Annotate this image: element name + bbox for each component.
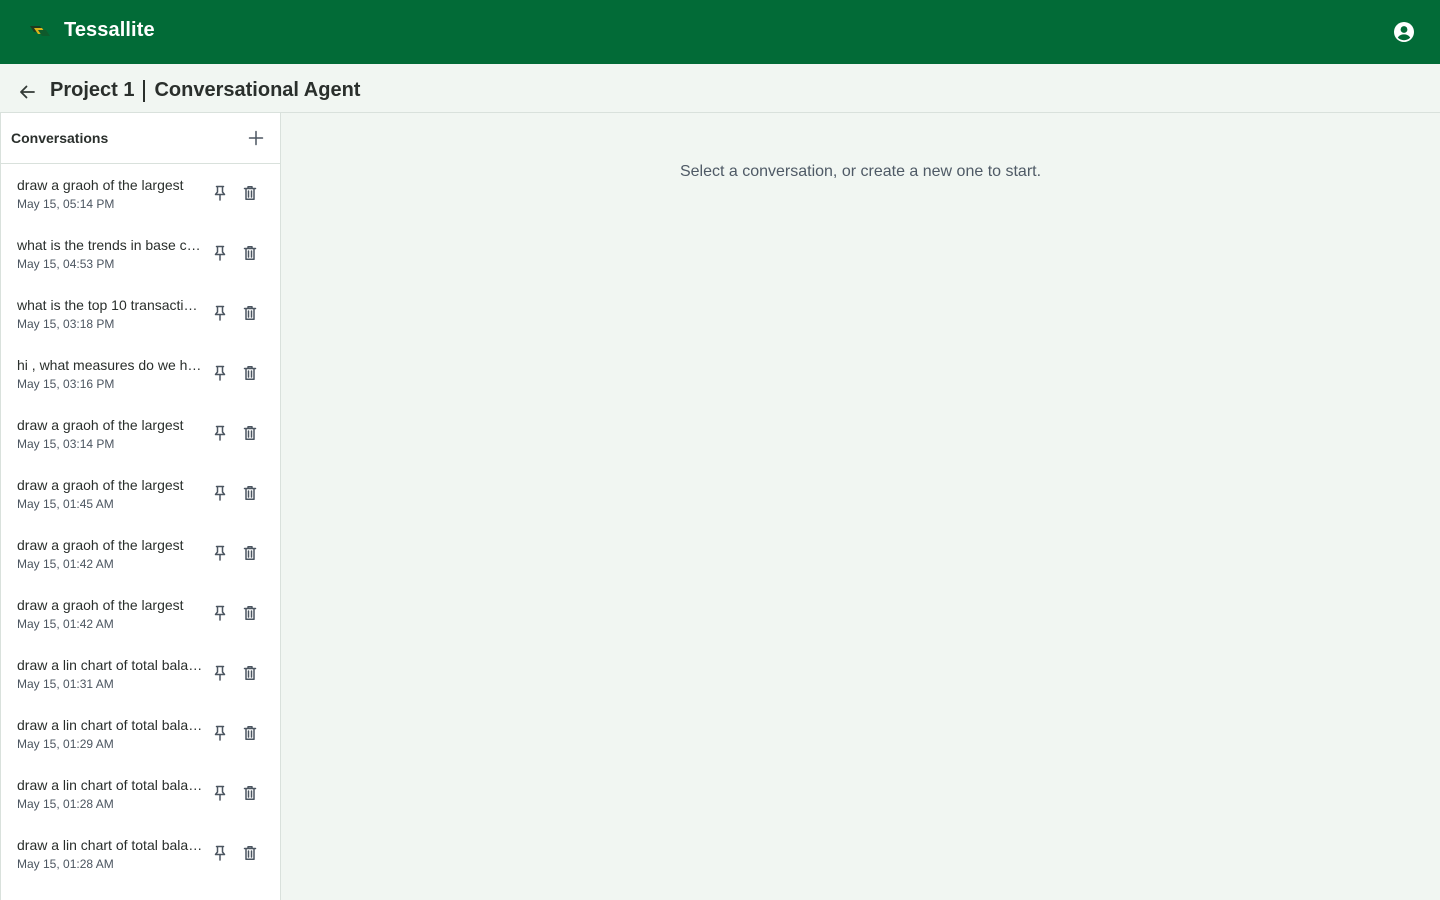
conversation-item[interactable]: what is the top 10 transactions May 15, 0…: [1, 284, 280, 344]
conversation-date: May 15, 04:53 PM: [17, 257, 115, 271]
trash-icon[interactable]: [240, 843, 260, 863]
conversation-item[interactable]: draw a graoh of the largest May 15, 01:45…: [1, 464, 280, 524]
conversation-date: May 15, 03:14 PM: [17, 437, 115, 451]
conversation-title: what is the top 10 transactions: [17, 297, 205, 313]
conversation-title: draw a graoh of the largest: [17, 417, 184, 433]
trash-icon[interactable]: [240, 723, 260, 743]
conversation-title: draw a lin chart of total balance: [17, 657, 205, 673]
conversation-title: draw a graoh of the largest: [17, 597, 184, 613]
conversation-title: draw a lin chart of total balance: [17, 717, 205, 733]
conversation-title: draw a graoh of the largest: [17, 477, 184, 493]
conversation-item[interactable]: draw a lin chart of total balance: [1, 884, 280, 900]
pin-icon[interactable]: [210, 783, 230, 803]
pin-icon[interactable]: [210, 723, 230, 743]
trash-icon[interactable]: [240, 483, 260, 503]
conversation-date: May 15, 03:18 PM: [17, 317, 115, 331]
page-header: Project 1 Conversational Agent: [0, 64, 1440, 113]
plus-icon[interactable]: [245, 127, 267, 149]
pin-icon[interactable]: [210, 303, 230, 323]
conversation-title: what is the trends in base currency: [17, 237, 205, 253]
pin-icon[interactable]: [210, 843, 230, 863]
app-bar: Tessallite: [0, 0, 1440, 64]
trash-icon[interactable]: [240, 423, 260, 443]
pin-icon[interactable]: [210, 183, 230, 203]
conversation-item[interactable]: what is the trends in base currency May 1…: [1, 224, 280, 284]
arrow-left-icon[interactable]: [15, 80, 39, 104]
pin-icon[interactable]: [210, 483, 230, 503]
trash-icon[interactable]: [240, 543, 260, 563]
conversation-date: May 15, 01:28 AM: [17, 797, 114, 811]
conversation-date: May 15, 01:29 AM: [17, 737, 114, 751]
trash-icon[interactable]: [240, 243, 260, 263]
conversation-title: hi , what measures do we have: [17, 357, 205, 373]
pin-icon[interactable]: [210, 543, 230, 563]
conversation-item[interactable]: draw a graoh of the largest May 15, 05:14…: [1, 164, 280, 224]
conversation-date: May 15, 01:42 AM: [17, 617, 114, 631]
conversation-title: draw a graoh of the largest: [17, 537, 184, 553]
title-divider: [143, 79, 146, 102]
trash-icon[interactable]: [240, 363, 260, 383]
empty-state-message: Select a conversation, or create a new o…: [679, 163, 1042, 180]
conversation-item[interactable]: draw a lin chart of total balance May 15,…: [1, 824, 280, 884]
sidebar-header: Conversations: [1, 113, 280, 164]
sidebar-title: Conversations: [11, 130, 109, 146]
trash-icon[interactable]: [240, 663, 260, 683]
pin-icon[interactable]: [210, 243, 230, 263]
trash-icon[interactable]: [240, 183, 260, 203]
conversation-item[interactable]: draw a graoh of the largest May 15, 03:14…: [1, 404, 280, 464]
pin-icon[interactable]: [210, 603, 230, 623]
conversation-date: May 15, 01:42 AM: [17, 557, 114, 571]
project-name: Project 1: [50, 79, 135, 101]
conversation-date: May 15, 01:31 AM: [17, 677, 114, 691]
conversation-title: draw a lin chart of total balance: [17, 837, 205, 853]
conversation-item[interactable]: draw a graoh of the largest May 15, 01:42…: [1, 584, 280, 644]
tessallite-logo-icon: [28, 24, 52, 40]
trash-icon[interactable]: [240, 303, 260, 323]
conversation-date: May 15, 01:45 AM: [17, 497, 114, 511]
conversation-item[interactable]: draw a lin chart of total balance May 15,…: [1, 704, 280, 764]
pin-icon[interactable]: [210, 423, 230, 443]
conversation-item[interactable]: draw a lin chart of total balance May 15,…: [1, 644, 280, 704]
trash-icon[interactable]: [240, 783, 260, 803]
conversation-title: draw a lin chart of total balance: [17, 777, 205, 793]
conversation-date: May 15, 01:28 AM: [17, 857, 114, 871]
trash-icon[interactable]: [240, 603, 260, 623]
page-title: Project 1 Conversational Agent: [50, 79, 360, 102]
conversations-sidebar: Conversations draw a graoh of the larges…: [0, 113, 281, 900]
conversation-item[interactable]: draw a lin chart of total balance May 15,…: [1, 764, 280, 824]
conversation-item[interactable]: hi , what measures do we have May 15, 03:…: [1, 344, 280, 404]
agent-name: Conversational Agent: [154, 79, 361, 101]
conversation-date: May 15, 05:14 PM: [17, 197, 115, 211]
pin-icon[interactable]: [210, 363, 230, 383]
account-circle-icon[interactable]: [1392, 20, 1416, 44]
conversation-date: May 15, 03:16 PM: [17, 377, 115, 391]
pin-icon[interactable]: [210, 663, 230, 683]
conversation-list: draw a graoh of the largest May 15, 05:14…: [1, 164, 280, 900]
conversation-title: draw a graoh of the largest: [17, 177, 184, 193]
brand-name[interactable]: Tessallite: [64, 19, 155, 42]
conversation-item[interactable]: draw a graoh of the largest May 15, 01:42…: [1, 524, 280, 584]
